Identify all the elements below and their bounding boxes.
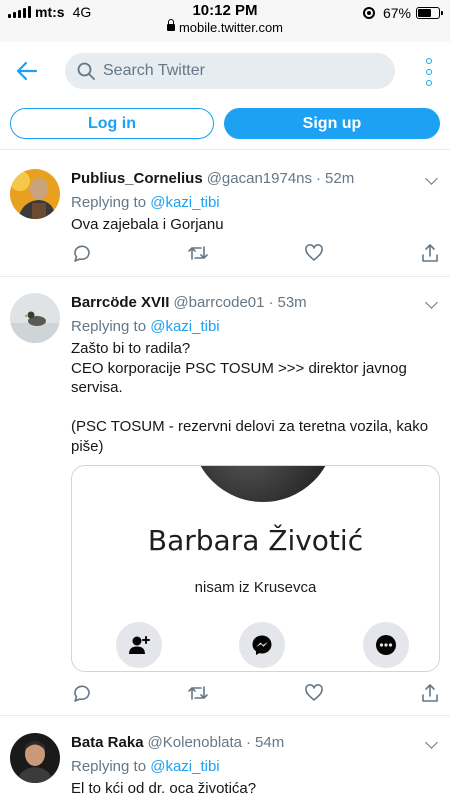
search-input[interactable] [103, 62, 373, 80]
like-button[interactable] [303, 242, 325, 264]
tweet-text: Zašto bi to radila? CEO korporacije PSC … [71, 340, 429, 455]
mention-link[interactable]: @kazi_tibi [150, 194, 219, 211]
retweet-button[interactable] [187, 242, 209, 264]
author-handle[interactable]: @gacan1974ns [207, 170, 312, 187]
lock-icon [166, 19, 175, 31]
share-icon [422, 684, 438, 702]
author-name[interactable]: Bata Raka [71, 734, 144, 751]
mention-link[interactable]: @kazi_tibi [150, 758, 219, 775]
url-text: mobile.twitter.com [178, 20, 284, 35]
timestamp[interactable]: 53m [278, 294, 307, 311]
avatar[interactable] [10, 293, 60, 343]
author-handle[interactable]: @Kolenoblata [148, 734, 242, 751]
retweet-button[interactable] [187, 682, 209, 704]
separator-dot: · [246, 734, 252, 751]
back-button[interactable] [12, 56, 42, 86]
search-box[interactable] [65, 53, 395, 89]
separator-dot: · [316, 170, 322, 187]
tweet[interactable]: Bata Raka @Kolenoblata · 54m Replying to… [0, 716, 450, 800]
like-icon [305, 684, 323, 701]
more-button[interactable] [363, 622, 409, 668]
status-right: 67% [362, 5, 443, 21]
mention-link[interactable]: @kazi_tibi [150, 318, 219, 335]
share-button[interactable] [419, 682, 441, 704]
replying-prefix: Replying to [71, 758, 147, 775]
add-friend-icon [129, 636, 150, 654]
messenger-icon [252, 635, 272, 655]
reply-icon [74, 685, 90, 702]
battery-level [418, 9, 432, 17]
author-name[interactable]: Publius_Cornelius [71, 170, 203, 187]
messenger-button[interactable] [239, 622, 285, 668]
card-profile-name: Barbara Životić [147, 524, 364, 557]
address-bar[interactable]: mobile.twitter.com [0, 19, 450, 35]
author-name[interactable]: Barrcöde XVII [71, 294, 169, 311]
timestamp[interactable]: 52m [325, 170, 354, 187]
reply-icon [74, 245, 90, 262]
status-bar: mt:s 4G 10:12 PM mobile.twitter.com 67% [0, 0, 450, 42]
share-icon [422, 244, 438, 262]
more-options-icon[interactable] [422, 58, 436, 86]
separator-dot: · [268, 294, 274, 311]
tweet-text: El to kći od dr. oca životića? [71, 780, 257, 797]
login-button[interactable]: Log in [10, 108, 214, 139]
ellipsis-icon [376, 635, 396, 655]
reply-button[interactable] [71, 242, 93, 264]
tweet-text: Ova zajebala i Gorjanu [71, 216, 224, 233]
author-handle[interactable]: @barrcode01 [173, 294, 264, 311]
battery-icon [416, 7, 443, 19]
share-button[interactable] [419, 242, 441, 264]
avatar[interactable] [10, 733, 60, 783]
tweet[interactable]: Barrcöde XVII @barrcode01 · 53m Replying… [0, 277, 450, 716]
tweet[interactable]: Publius_Cornelius @gacan1974ns · 52m Rep… [0, 151, 450, 277]
top-header [0, 42, 450, 100]
card-subtitle: nisam iz Krusevca [194, 579, 317, 596]
search-icon [77, 62, 95, 80]
reply-button[interactable] [71, 682, 93, 704]
replying-prefix: Replying to [71, 318, 147, 335]
retweet-icon [188, 686, 208, 700]
battery-percent: 67% [382, 5, 411, 21]
orientation-lock-icon [362, 7, 375, 19]
add-friend-button[interactable] [116, 622, 162, 668]
back-arrow-icon [17, 62, 37, 80]
embedded-card[interactable]: Barbara Životić nisam iz Krusevca [71, 465, 440, 672]
replying-to: Replying to @kazi_tibi [71, 758, 440, 777]
tweet-actions [71, 242, 441, 264]
profile-photo [189, 466, 337, 504]
tweet-actions [71, 682, 441, 704]
replying-to: Replying to @kazi_tibi [71, 194, 440, 213]
like-button[interactable] [303, 682, 325, 704]
retweet-icon [188, 246, 208, 260]
auth-bar: Log in Sign up [0, 100, 450, 150]
like-icon [305, 244, 323, 261]
signup-button[interactable]: Sign up [224, 108, 440, 139]
avatar[interactable] [10, 169, 60, 219]
timestamp[interactable]: 54m [255, 734, 284, 751]
replying-prefix: Replying to [71, 194, 147, 211]
replying-to: Replying to @kazi_tibi [71, 318, 440, 337]
